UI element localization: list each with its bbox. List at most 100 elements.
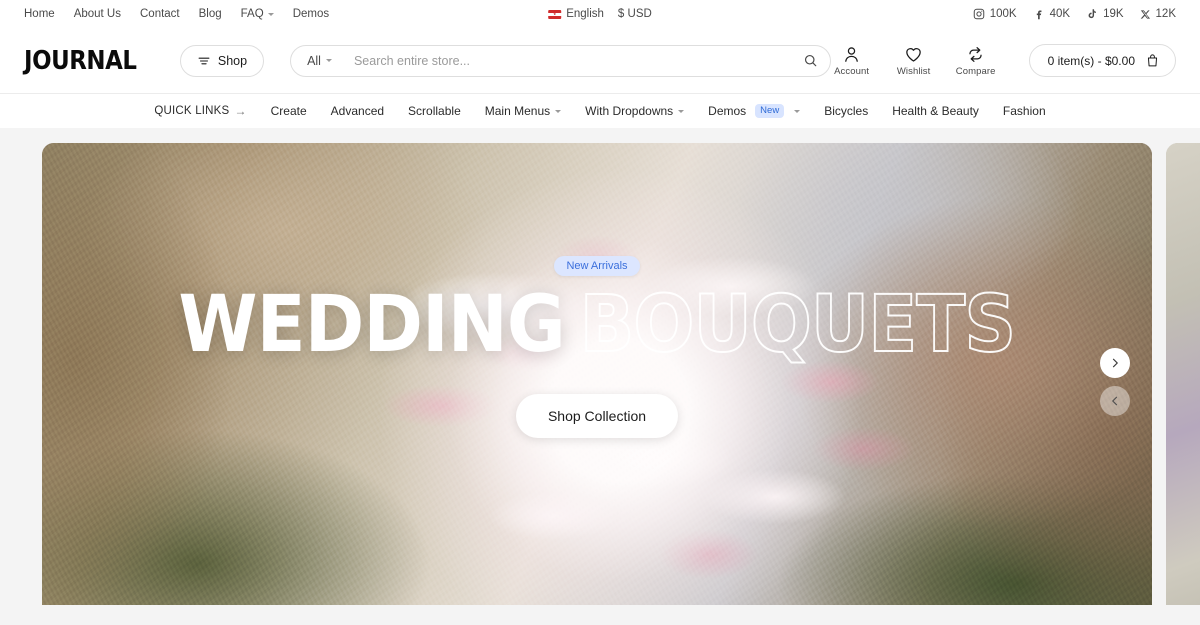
nav-item-label: Fashion — [1002, 104, 1046, 118]
compare-icon — [969, 46, 982, 62]
heart-icon — [906, 47, 921, 62]
hero-title: WEDDING BOUQUETS — [178, 280, 1018, 370]
language-label: English — [566, 8, 604, 20]
social-count: 12K — [1155, 8, 1176, 20]
hero-badge-new-arrivals: New Arrivals — [554, 256, 640, 276]
nav-item-label: Create — [270, 104, 307, 118]
status-badge-new: New — [755, 104, 785, 118]
search-category-label: All — [307, 53, 321, 68]
chevron-down-icon — [325, 59, 332, 62]
social-links: 100K 40K 19K 12K — [973, 8, 1176, 20]
nav-item-create[interactable]: Create — [259, 94, 319, 128]
nav-item-main-menus[interactable]: Main Menus — [473, 94, 573, 128]
cart-total-label: 0 item(s) - $0.00 — [1047, 53, 1135, 68]
nav-item-with-dropdowns[interactable]: With Dropdowns — [573, 94, 696, 128]
topbar-link-contact[interactable]: Contact — [140, 8, 180, 20]
nav-item-quick-links[interactable]: QUICK LINKS → — [142, 94, 258, 128]
cart-button[interactable]: 0 item(s) - $0.00 — [1028, 44, 1176, 77]
search-icon — [805, 54, 817, 67]
header-actions: Account Wishlist Compare 0 item(s) - $0.… — [831, 44, 1176, 77]
social-count: 100K — [989, 8, 1017, 20]
language-selector[interactable]: English — [548, 8, 604, 20]
topbar-link-label: About Us — [73, 8, 121, 20]
compare-button[interactable]: Compare — [955, 45, 997, 77]
chevron-down-icon — [555, 109, 562, 113]
hero-slide-active[interactable]: New Arrivals WEDDING BOUQUETS Shop Colle… — [42, 143, 1152, 605]
search-submit-button[interactable] — [798, 48, 824, 74]
instagram-icon — [973, 8, 984, 20]
social-count: 40K — [1049, 8, 1071, 20]
topbar-link-home[interactable]: Home — [24, 8, 55, 20]
chevron-down-icon — [678, 109, 685, 113]
nav-item-label: Main Menus — [484, 104, 551, 118]
nav-item-health-beauty[interactable]: Health & Beauty — [880, 94, 991, 128]
chevron-left-icon — [1112, 396, 1118, 406]
topbar-link-demos[interactable]: Demos — [293, 8, 329, 20]
shop-collection-button[interactable]: Shop Collection — [515, 394, 679, 438]
social-instagram[interactable]: 100K — [973, 8, 1017, 20]
chevron-right-icon — [1112, 358, 1118, 368]
hero-title-word-outline: BOUQUETS — [579, 280, 1017, 370]
nav-item-label: QUICK LINKS — [154, 105, 230, 117]
topbar-link-label: Contact — [140, 8, 180, 20]
locale-switchers: English $ USD — [548, 8, 652, 20]
nav-item-fashion[interactable]: Fashion — [991, 94, 1058, 128]
hero-next-background-image — [1166, 143, 1200, 605]
wishlist-button[interactable]: Wishlist — [893, 45, 935, 77]
hero-slide-next-preview[interactable] — [1166, 143, 1200, 605]
nav-item-label: Advanced — [330, 104, 385, 118]
social-count: 19K — [1103, 8, 1124, 20]
currency-label: $ USD — [617, 8, 652, 20]
carousel-prev-button[interactable] — [1100, 386, 1130, 416]
nav-item-scrollable[interactable]: Scrollable — [396, 94, 473, 128]
chevron-down-icon — [267, 12, 274, 16]
chevron-down-icon — [794, 109, 801, 113]
main-navigation: QUICK LINKS → Create Advanced Scrollable… — [0, 94, 1200, 128]
nav-item-label: Demos — [708, 104, 747, 118]
search-bar: All — [290, 44, 831, 77]
hero-title-word-solid: WEDDING — [178, 280, 566, 370]
topbar-link-label: Demos — [292, 8, 330, 20]
nav-item-advanced[interactable]: Advanced — [319, 94, 396, 128]
top-bar-links: Home About Us Contact Blog FAQ Demos — [24, 8, 329, 20]
nav-item-demos[interactable]: Demos New — [696, 94, 812, 128]
nav-item-bicycles[interactable]: Bicycles — [812, 94, 880, 128]
x-twitter-icon — [1140, 9, 1150, 19]
compare-label: Compare — [955, 65, 996, 77]
carousel-next-button[interactable] — [1100, 348, 1130, 378]
nav-item-label: Scrollable — [408, 104, 461, 118]
social-x-twitter[interactable]: 12K — [1140, 8, 1176, 20]
hero-carousel: New Arrivals WEDDING BOUQUETS Shop Colle… — [0, 128, 1200, 605]
topbar-link-label: Home — [24, 8, 55, 20]
site-header: JOURNAL Shop All Account Wishlist Compar… — [0, 28, 1200, 94]
currency-selector[interactable]: $ USD — [618, 8, 652, 20]
shopping-bag-icon — [1147, 54, 1158, 67]
facebook-icon — [1036, 10, 1042, 20]
top-bar: Home About Us Contact Blog FAQ Demos Eng… — [0, 0, 1200, 28]
arrow-right-icon: → — [234, 104, 247, 118]
nav-item-label: Bicycles — [824, 104, 869, 118]
social-tiktok[interactable]: 19K — [1086, 8, 1124, 20]
flag-icon — [548, 9, 562, 19]
site-logo[interactable]: JOURNAL — [24, 46, 137, 76]
tiktok-icon — [1088, 9, 1096, 19]
shop-menu-label: Shop — [217, 53, 248, 68]
shop-menu-button[interactable]: Shop — [179, 44, 265, 77]
topbar-link-label: Blog — [198, 8, 222, 20]
account-button[interactable]: Account — [831, 45, 873, 77]
search-category-dropdown[interactable]: All — [307, 54, 332, 68]
nav-item-label: With Dropdowns — [585, 104, 674, 118]
account-label: Account — [834, 65, 870, 77]
topbar-link-about-us[interactable]: About Us — [74, 8, 121, 20]
hero-content: New Arrivals WEDDING BOUQUETS Shop Colle… — [42, 143, 1152, 605]
topbar-link-blog[interactable]: Blog — [199, 8, 222, 20]
user-icon — [845, 46, 858, 62]
menu-filter-icon — [198, 57, 210, 64]
search-input[interactable] — [353, 53, 798, 68]
topbar-link-faq[interactable]: FAQ — [241, 8, 274, 20]
wishlist-label: Wishlist — [896, 65, 931, 77]
social-facebook[interactable]: 40K — [1033, 8, 1070, 20]
topbar-link-label: FAQ — [240, 8, 264, 20]
nav-item-label: Health & Beauty — [892, 104, 979, 118]
carousel-controls — [1100, 348, 1130, 416]
